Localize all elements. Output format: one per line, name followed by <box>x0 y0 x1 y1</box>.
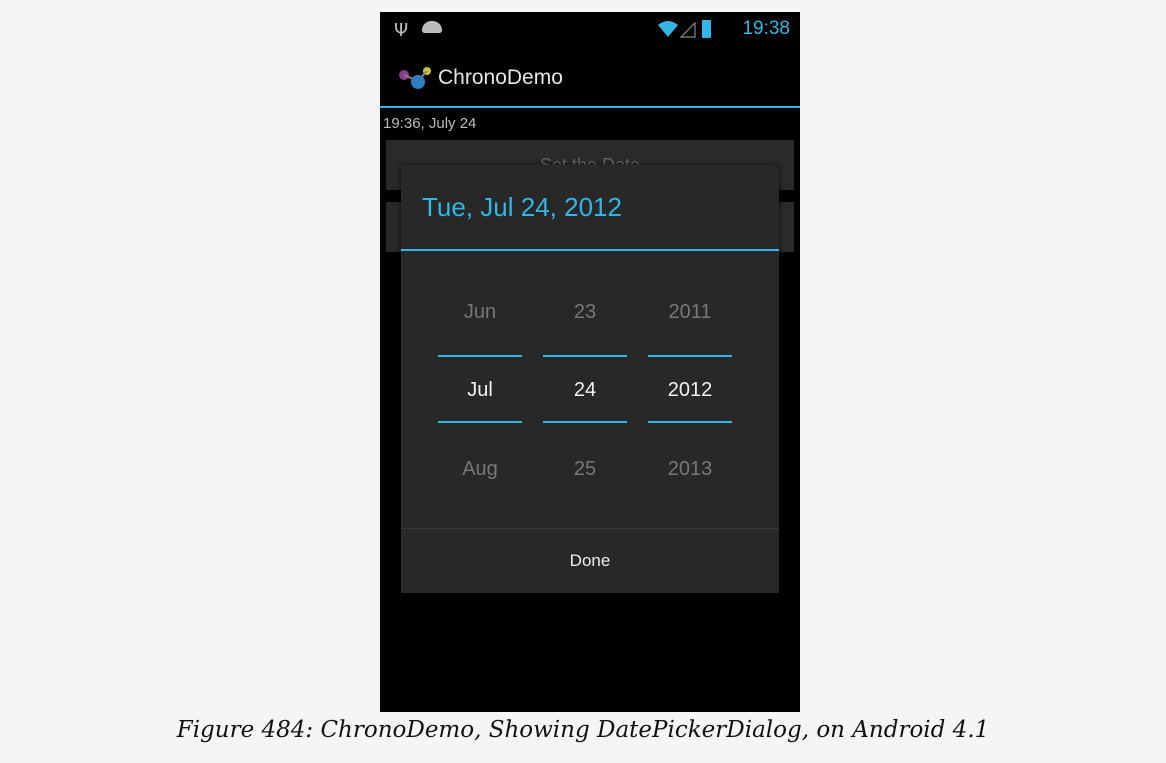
android-debug-icon <box>422 21 442 33</box>
usb-icon: Ψ <box>394 20 409 41</box>
date-time-text: 19:36, July 24 <box>383 115 477 132</box>
figure-caption: Figure 484: ChronoDemo, Showing DatePick… <box>176 717 990 743</box>
dialog-title-bar: Tue, Jul 24, 2012 <box>401 165 779 251</box>
status-clock: 19:38 <box>742 18 790 39</box>
day-divider-top <box>543 355 627 357</box>
year-divider-bottom <box>648 421 732 423</box>
battery-charging-icon <box>702 20 711 38</box>
year-picker[interactable]: 2011 2012 2013 <box>648 251 732 527</box>
day-prev-value[interactable]: 23 <box>543 301 627 324</box>
year-divider-top <box>648 355 732 357</box>
day-current-value[interactable]: 24 <box>543 379 627 402</box>
month-current-value[interactable]: Jul <box>438 379 522 402</box>
day-picker[interactable]: 23 24 25 <box>543 251 627 527</box>
month-next-value[interactable]: Aug <box>438 458 522 481</box>
month-picker[interactable]: Jun Jul Aug <box>438 251 522 527</box>
month-prev-value[interactable]: Jun <box>438 301 522 324</box>
year-next-value[interactable]: 2013 <box>648 458 732 481</box>
phone-screen: Ψ 19:38 ChronoDemo 19:36, July 24 Set th… <box>380 12 800 712</box>
day-next-value[interactable]: 25 <box>543 458 627 481</box>
year-current-value[interactable]: 2012 <box>648 379 732 402</box>
done-button[interactable]: Done <box>401 529 779 593</box>
day-divider-bottom <box>543 421 627 423</box>
signal-icon <box>680 22 696 38</box>
action-bar: ChronoDemo <box>380 50 800 108</box>
app-title: ChronoDemo <box>438 66 563 89</box>
date-picker-dialog: Tue, Jul 24, 2012 Jun Jul Aug 23 24 25 2… <box>401 165 779 593</box>
wifi-icon <box>658 21 678 37</box>
year-prev-value[interactable]: 2011 <box>648 301 732 324</box>
chronodemo-app-icon[interactable] <box>398 66 434 92</box>
status-bar: Ψ 19:38 <box>380 12 800 50</box>
month-divider-top <box>438 355 522 357</box>
month-divider-bottom <box>438 421 522 423</box>
dialog-title: Tue, Jul 24, 2012 <box>422 192 622 222</box>
